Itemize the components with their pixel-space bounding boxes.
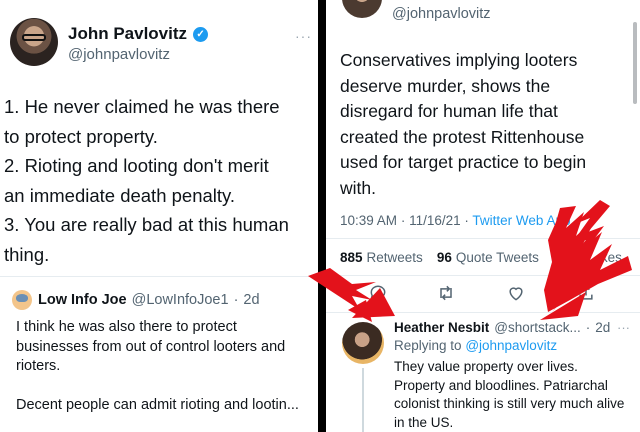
tweet-line: an immediate death penalty. [4,184,236,206]
tweet-line: Conservatives implying looters [340,50,578,70]
right-tweet-panel: @johnpavlovitz Conservatives implying lo… [326,0,640,432]
divider [326,275,640,276]
reply-line: Property and bloodlines. Patriarchal [394,377,608,393]
verified-badge-icon: ✓ [193,26,209,42]
author-name-row: John Pavlovitz ✓ [68,24,209,44]
reply-icon[interactable] [366,283,390,307]
quoted-author-name[interactable]: Low Info Joe [38,292,127,308]
tweet-line: 2. Rioting and looting don't merit [4,155,269,176]
retweets-label[interactable]: Retweets [367,250,423,265]
replying-to-handle[interactable]: @johnpavlovitz [465,338,557,353]
separator-dot: · [464,213,469,228]
reply-header: Heather Nesbit @shortstack... · 2d [394,320,610,335]
tweet-actions [326,283,640,307]
tweet-header: John Pavlovitz ✓ @johnpavlovitz ··· [6,18,312,78]
quote-tweets-label[interactable]: Quote Tweets [456,250,539,265]
tweet-date[interactable]: 11/16/21 [409,213,461,228]
thread-line [362,368,364,432]
replying-to: Replying to @johnpavlovitz [394,338,557,353]
separator-dot: · [585,320,591,335]
reply-time[interactable]: 2d [595,320,610,335]
reply-author-avatar[interactable] [342,322,384,364]
tweet-line: created the protest Rittenhouse [340,126,585,147]
retweets-count[interactable]: 885 [340,250,363,265]
tweet-line: with. [340,177,376,198]
divider [0,276,318,277]
quoted-line [16,377,312,397]
author-avatar[interactable] [342,0,382,18]
tweet-line: 3. You are really bad at this human [4,214,289,235]
share-icon[interactable] [574,283,598,307]
quoted-tweet-header: Low Info Joe @LowInfoJoe1 · 2d [38,292,260,308]
heart-icon[interactable] [504,283,528,307]
tweet-line: thing. [4,243,50,265]
quoted-line: Decent people can admit rioting and loot… [16,397,299,413]
quoted-tweet-text[interactable]: I think he was also there to protect bus… [16,318,312,416]
separator-dot: · [233,292,239,308]
divider [326,238,640,239]
author-name[interactable]: John Pavlovitz [68,24,187,44]
tweet-time[interactable]: 10:39 AM [340,213,397,228]
reply-author-handle[interactable]: @shortstack... [494,320,580,335]
author-avatar[interactable] [10,18,58,66]
tweet-line: used for target practice to begin [340,152,587,172]
left-tweet-panel: John Pavlovitz ✓ @johnpavlovitz ··· 1. H… [0,0,318,432]
quote-tweets-count[interactable]: 96 [437,250,452,265]
replying-prefix: Replying to [394,338,462,353]
tweet-line: disregard for human life that [340,101,558,121]
tweet-line: deserve murder, shows the [340,75,551,96]
quoted-tweet-time[interactable]: 2d [243,292,259,308]
reply-line: colonist thinking is still very much ali… [394,396,625,411]
tweet-text: Conservatives implying looters deserve m… [340,48,636,201]
tweet-text: 1. He never claimed he was there to prot… [4,92,316,269]
likes-label[interactable]: kes [601,250,622,265]
reply-line: They value property over lives. [394,359,578,374]
quoted-author-handle[interactable]: @LowInfoJoe1 [132,292,229,308]
reply-line: in the US. [394,414,454,430]
author-handle[interactable]: @johnpavlovitz [392,6,491,22]
author-handle[interactable]: @johnpavlovitz [68,46,170,63]
tweet-timestamp: 10:39 AM · 11/16/21 · Twitter Web App [340,213,570,228]
more-options-icon[interactable]: ··· [295,28,312,44]
source-link[interactable]: Twitter Web App [472,213,570,228]
more-options-icon[interactable]: ··· [617,320,630,335]
divider [326,312,640,313]
engagement-stats: 885 Retweets 96 Quote Tweets kes [340,250,622,265]
reply-text[interactable]: They value property over lives. Property… [394,358,634,432]
quoted-line: I think he was also there to protect [16,319,237,335]
tweet-line: to protect property. [4,125,158,147]
retweet-icon[interactable] [434,283,458,307]
separator-dot: · [400,213,406,228]
reply-author-name[interactable]: Heather Nesbit [394,320,489,335]
quoted-line: rioters. [16,358,61,374]
quoted-author-avatar[interactable] [12,290,32,310]
quoted-line: businesses from out of control looters a… [16,338,286,355]
tweet-line: 1. He never claimed he was there [4,96,280,117]
